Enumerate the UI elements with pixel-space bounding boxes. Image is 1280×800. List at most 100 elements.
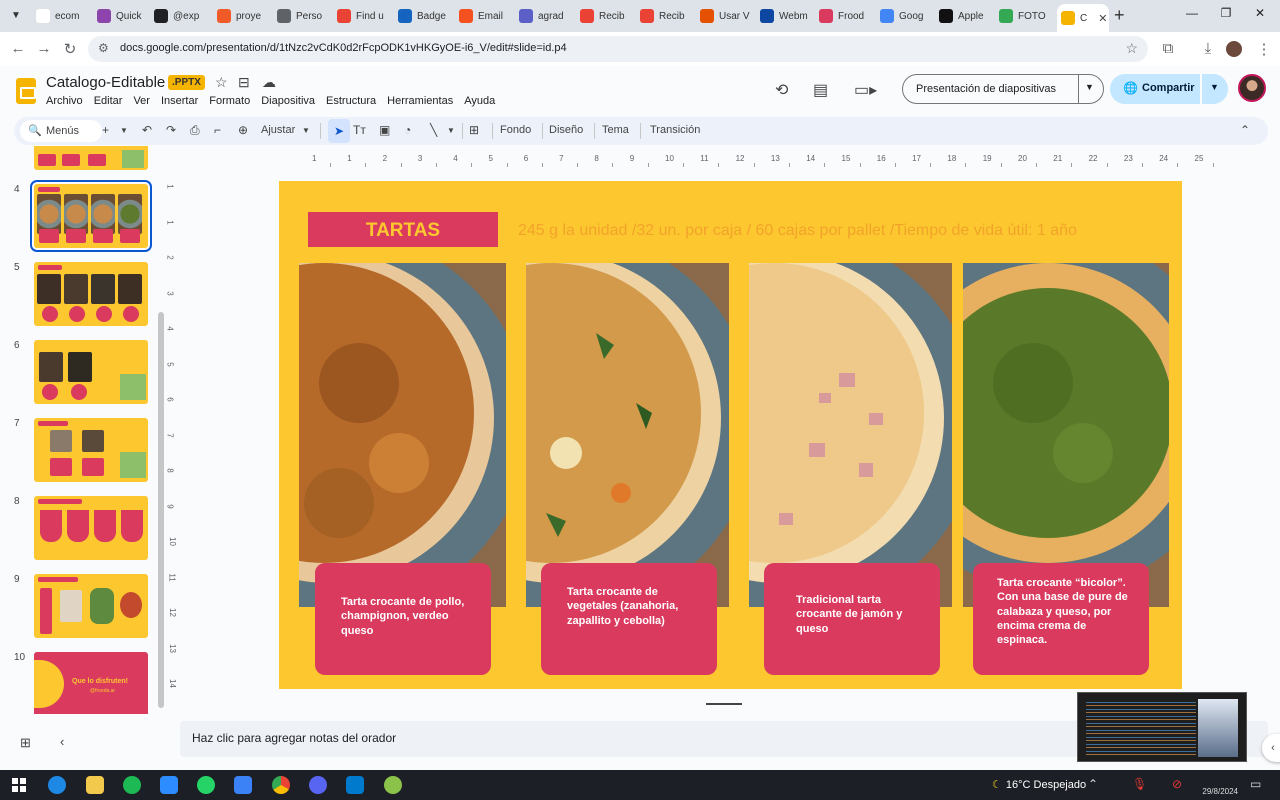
menu-editar[interactable]: Editar (94, 95, 123, 107)
add-comment-icon[interactable]: ⊞ (469, 123, 479, 137)
browser-tab[interactable]: FOTO (995, 4, 1051, 28)
heading-box[interactable]: TARTAS (308, 212, 498, 247)
new-slide-chevron-icon[interactable]: ▼ (120, 126, 128, 135)
slide-thumbnail-7[interactable] (34, 418, 148, 482)
maximize-icon[interactable]: ❐ (1216, 6, 1236, 20)
menu-insertar[interactable]: Insertar (161, 95, 198, 107)
pie-photo-ham-cheese[interactable] (749, 263, 952, 607)
undo-icon[interactable]: ↶ (142, 123, 152, 137)
browser-tab[interactable]: Quick (93, 4, 149, 28)
weather-widget[interactable]: ☾ 16°C Despejado (992, 778, 1086, 791)
whatsapp-icon[interactable] (197, 776, 215, 794)
slideshow-options-chevron-icon[interactable]: ▼ (1085, 82, 1094, 92)
browser-tab[interactable]: proye (213, 4, 269, 28)
transition-button[interactable]: Transición (650, 124, 700, 136)
zoom-chevron-icon[interactable]: ▼ (302, 126, 310, 135)
star-icon[interactable]: ☆ (215, 74, 228, 91)
new-slide-icon[interactable]: + (102, 123, 109, 137)
system-clock[interactable]: 29/8/2024 (1194, 774, 1238, 797)
collapse-toolbar-chevron-icon[interactable]: ⌃ (1240, 123, 1250, 137)
zoom-select[interactable]: Ajustar (261, 124, 295, 136)
browser-tab[interactable]: Frood (815, 4, 871, 28)
zoom-icon[interactable]: ⊕ (238, 123, 248, 137)
spotify-icon[interactable] (123, 776, 141, 794)
new-tab-button[interactable]: + (1114, 5, 1125, 26)
product-card-vegetables[interactable]: Tarta crocante de vegetales (zanahoria, … (541, 563, 717, 675)
slide-thumbnail-8[interactable] (34, 496, 148, 560)
product-card-chicken[interactable]: Tarta crocante de pollo, champignon, ver… (315, 563, 491, 675)
pie-photo-chicken[interactable] (299, 263, 506, 607)
reload-icon[interactable]: ↻ (60, 40, 80, 58)
document-title[interactable]: Catalogo-Editable (46, 74, 165, 91)
window-preview-thumbnail[interactable] (1077, 692, 1247, 762)
slide-subtitle[interactable]: 245 g la unidad /32 un. por caja / 60 ca… (518, 222, 1077, 240)
menu-ver[interactable]: Ver (133, 95, 150, 107)
download-icon[interactable]: ⤓ (1198, 40, 1218, 57)
version-history-icon[interactable]: ⟲ (775, 80, 788, 100)
line-chevron-icon[interactable]: ▼ (447, 126, 455, 135)
select-cursor-icon[interactable]: ➤ (328, 119, 350, 143)
site-info-icon[interactable]: ⚙ (98, 41, 109, 55)
profile-avatar[interactable] (1226, 41, 1242, 57)
minimize-icon[interactable]: — (1182, 6, 1202, 20)
app-icon[interactable] (384, 776, 402, 794)
menu-herramientas[interactable]: Herramientas (387, 95, 453, 107)
menu-diapositiva[interactable]: Diapositiva (261, 95, 315, 107)
browser-tab[interactable]: C ✕ (1057, 4, 1109, 32)
browser-tab[interactable]: @exp (150, 4, 206, 28)
browser-tab[interactable]: Apple (935, 4, 991, 28)
tab-search-chevron-icon[interactable]: ▼ (6, 6, 26, 26)
file-explorer-icon[interactable] (86, 776, 104, 794)
browser-tab[interactable]: Badge (394, 4, 450, 28)
insert-image-icon[interactable]: ▣ (379, 123, 390, 137)
product-card-ham-cheese[interactable]: Tradicional tarta crocante de jamón y qu… (764, 563, 940, 675)
address-bar[interactable]: ⚙ docs.google.com/presentation/d/1tNzc2v… (88, 36, 1148, 62)
user-avatar[interactable] (1238, 74, 1266, 102)
notifications-icon[interactable]: ▭ (1250, 777, 1261, 791)
browser-tab[interactable]: Recib (576, 4, 632, 28)
browser-tab[interactable]: Find u (333, 4, 389, 28)
cloud-status-icon[interactable]: ☁ (262, 74, 276, 91)
slides-logo-icon[interactable] (16, 78, 36, 104)
edge-icon[interactable] (48, 776, 66, 794)
meet-camera-icon[interactable]: ▭▸ (854, 80, 877, 100)
slide-thumbnail-10[interactable]: Que lo disfruten! @frooda.ar (34, 652, 148, 714)
slide-thumbnail-3[interactable] (34, 146, 148, 170)
move-folder-icon[interactable]: ⊟ (238, 74, 250, 91)
paint-format-icon[interactable]: ⌐ (214, 123, 221, 137)
text-box-icon[interactable]: Tт (353, 123, 366, 137)
zoom-icon[interactable] (160, 776, 178, 794)
app-store-icon[interactable] (234, 776, 252, 794)
slideshow-button[interactable]: Presentación de diapositivas ▼ (902, 74, 1104, 104)
extensions-icon[interactable]: ⧉ (1158, 40, 1178, 57)
browser-menu-icon[interactable]: ⋮ (1254, 40, 1274, 58)
background-button[interactable]: Fondo (500, 124, 531, 136)
side-panel-toggle-icon[interactable]: ‹ (1262, 734, 1280, 762)
layout-button[interactable]: Diseño (549, 124, 583, 136)
windows-start-icon[interactable] (12, 778, 26, 792)
menu-archivo[interactable]: Archivo (46, 95, 83, 107)
redo-icon[interactable]: ↷ (166, 123, 176, 137)
slide-canvas[interactable]: TARTAS 245 g la unidad /32 un. por caja … (279, 181, 1182, 689)
slide-thumbnail-9[interactable] (34, 574, 148, 638)
browser-tab[interactable]: Usar V (696, 4, 752, 28)
grid-view-icon[interactable]: ⊞ (20, 735, 31, 751)
discord-icon[interactable] (309, 776, 327, 794)
forward-icon[interactable]: → (34, 40, 54, 57)
browser-tab[interactable]: Recib (636, 4, 692, 28)
browser-tab[interactable]: ecom (32, 4, 88, 28)
bookmark-star-icon[interactable]: ☆ (1125, 40, 1138, 57)
theme-button[interactable]: Tema (602, 124, 629, 136)
tray-chevron-icon[interactable]: ⌃ (1088, 777, 1098, 791)
slide-thumbnail-4[interactable] (30, 180, 152, 252)
browser-tab[interactable]: agrad (515, 4, 571, 28)
menu-formato[interactable]: Formato (209, 95, 250, 107)
collapse-filmstrip-icon[interactable]: ‹ (60, 734, 64, 749)
menu-ayuda[interactable]: Ayuda (464, 95, 495, 107)
menu-estructura[interactable]: Estructura (326, 95, 376, 107)
notes-resize-handle[interactable] (706, 703, 742, 705)
pie-photo-vegetables[interactable] (526, 263, 729, 607)
print-icon[interactable]: ⎙ (190, 123, 200, 138)
back-icon[interactable]: ← (8, 40, 28, 57)
browser-tab[interactable]: Perso (273, 4, 329, 28)
